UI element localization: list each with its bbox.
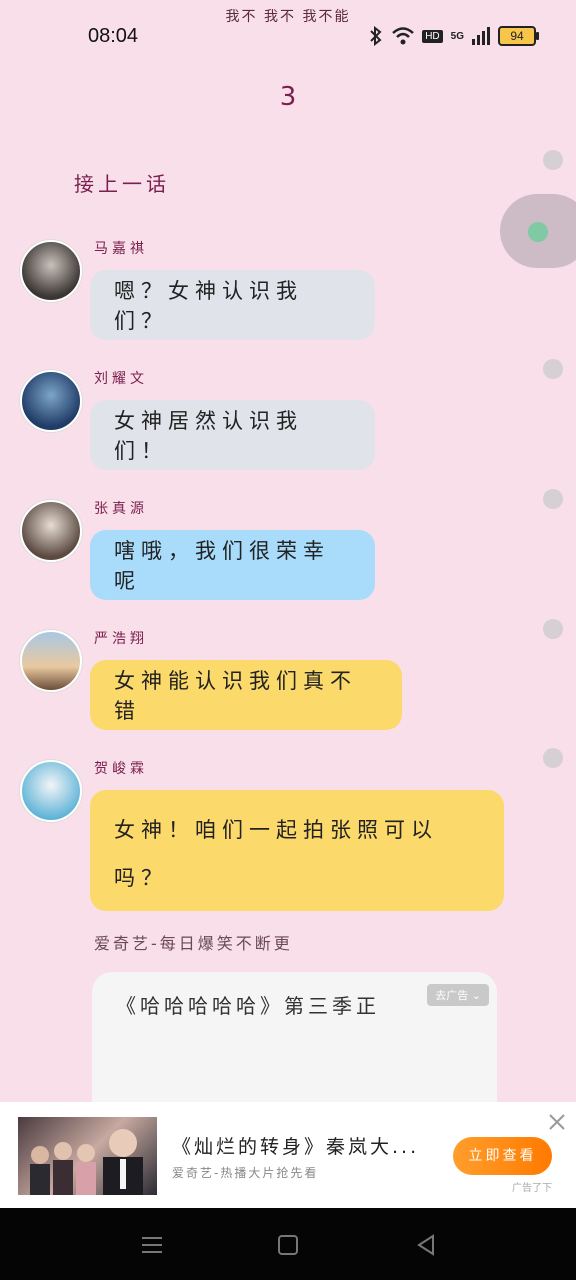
message-text-line: 吗？: [114, 866, 168, 890]
message-text-line: 女神！咱们一起拍张照可以: [114, 818, 438, 842]
comment-dot[interactable]: [543, 619, 563, 639]
message-bubble: 嗐哦，我们很荣幸呢: [90, 530, 375, 600]
avatar[interactable]: [20, 370, 82, 432]
ad-card-title: 《哈哈哈哈哈》第三季正: [116, 994, 380, 1018]
previous-episode-link[interactable]: 接上一话: [74, 168, 170, 197]
avatar[interactable]: [20, 500, 82, 562]
comment-dot[interactable]: [543, 748, 563, 768]
comment-dot[interactable]: [543, 359, 563, 379]
bottom-ad-banner[interactable]: 《灿烂的转身》秦岚大... 爱奇艺-热播大片抢先看 立即查看 广告了下: [0, 1102, 576, 1208]
ad-title[interactable]: 《灿烂的转身》秦岚大...: [172, 1132, 419, 1159]
home-icon[interactable]: [273, 1230, 303, 1260]
sender-name: 贺峻霖: [94, 761, 148, 777]
ad-source: 爱奇艺-每日爆笑不断更: [94, 934, 293, 953]
message-bubble: 女神居然认识我们！: [90, 400, 375, 470]
message-text: 嗐哦，我们很荣幸呢: [114, 539, 330, 593]
sender-name: 马嘉祺: [94, 241, 148, 257]
signal-icon: [472, 27, 490, 45]
message-bubble: 女神！咱们一起拍张照可以 吗？: [90, 790, 504, 911]
ad-subtitle: 爱奇艺-热播大片抢先看: [172, 1166, 319, 1180]
avatar[interactable]: [20, 630, 82, 692]
inline-ad-card[interactable]: 《哈哈哈哈哈》第三季正 去广告 ⌄: [92, 972, 497, 1122]
top-slogan: 我不 我不 我不能: [225, 9, 351, 25]
ad-thumbnail-image: [30, 1129, 143, 1195]
ad-label: 广告了下: [512, 1183, 552, 1194]
chat-bubble-icon[interactable]: [528, 222, 548, 242]
message-bubble: 女神能认识我们真不错: [90, 660, 402, 730]
menu-icon[interactable]: [137, 1230, 167, 1260]
message-text: 嗯？女神认识我们？: [114, 279, 303, 333]
system-nav-bar: [0, 1208, 576, 1280]
chapter-number: 3: [279, 82, 297, 112]
hd-badge: HD: [422, 29, 443, 43]
wifi-icon: [392, 27, 415, 45]
sender-name: 刘耀文: [94, 371, 148, 387]
view-now-button[interactable]: 立即查看: [453, 1137, 552, 1175]
network-type: 5G: [450, 30, 464, 42]
message-bubble: 嗯？女神认识我们？: [90, 270, 375, 340]
remove-ad-label: 去广告: [435, 989, 469, 1002]
battery-level: 94: [510, 29, 524, 43]
avatar[interactable]: [20, 240, 82, 302]
comment-dot[interactable]: [543, 489, 563, 509]
bluetooth-icon: [370, 26, 382, 46]
message-text: 女神居然认识我们！: [114, 409, 303, 463]
status-icons: HD 5G 94: [368, 26, 539, 46]
battery-icon: 94: [498, 26, 539, 46]
ad-thumbnail[interactable]: [18, 1117, 157, 1195]
chevron-down-icon: ⌄: [471, 989, 481, 1002]
avatar[interactable]: [20, 760, 82, 822]
message-text: 女神能认识我们真不错: [114, 669, 357, 723]
sender-name: 严浩翔: [94, 631, 148, 647]
sender-name: 张真源: [94, 501, 148, 517]
remove-ad-button[interactable]: 去广告 ⌄: [427, 984, 489, 1006]
comment-dot[interactable]: [543, 150, 563, 170]
back-icon[interactable]: [411, 1230, 441, 1260]
clock: 08:04: [88, 25, 139, 47]
close-icon[interactable]: [547, 1112, 567, 1132]
status-bar: 我不 我不 我不能 08:04 HD 5G 94: [0, 0, 576, 70]
